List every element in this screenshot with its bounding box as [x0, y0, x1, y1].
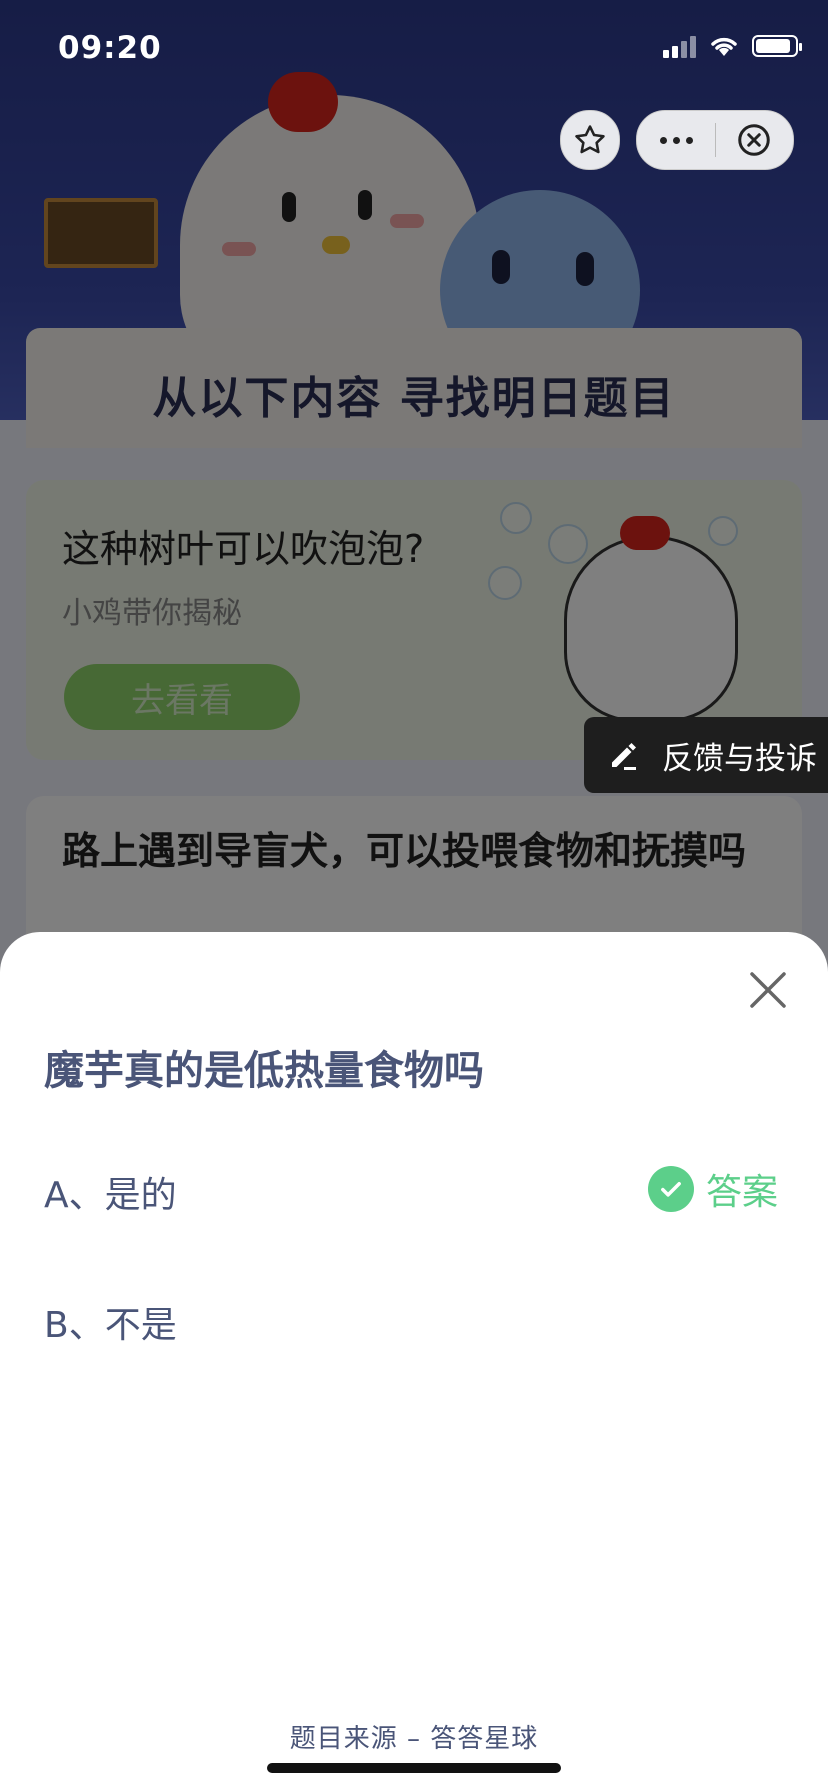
more-button[interactable] [637, 136, 715, 144]
feedback-button[interactable]: 反馈与投诉 [584, 717, 828, 793]
answer-badge: 答案 [648, 1163, 778, 1215]
mini-program-capsule [636, 110, 794, 170]
option-b[interactable]: B、不是 [44, 1296, 177, 1348]
wifi-icon [711, 37, 737, 56]
status-icons [663, 34, 802, 58]
sheet-close-button[interactable] [744, 966, 792, 1014]
check-icon [648, 1166, 694, 1212]
question-title: 魔芋真的是低热量食物吗 [44, 1048, 484, 1094]
home-indicator[interactable] [267, 1763, 561, 1773]
signal-icon [663, 34, 696, 58]
battery-icon [752, 35, 802, 57]
edit-icon [612, 743, 636, 770]
option-a[interactable]: A、是的 [44, 1166, 177, 1218]
close-program-button[interactable] [716, 122, 792, 158]
circle-x-icon [738, 124, 770, 156]
close-icon [750, 972, 786, 1008]
status-time: 09:20 [58, 30, 162, 66]
star-icon [575, 125, 605, 154]
feedback-label: 反馈与投诉 [662, 740, 817, 777]
answer-label: 答案 [706, 1172, 779, 1213]
question-source: 题目来源 – 答答星球 [289, 1724, 539, 1754]
favorite-button[interactable] [560, 110, 620, 170]
ellipsis-icon [659, 136, 693, 144]
